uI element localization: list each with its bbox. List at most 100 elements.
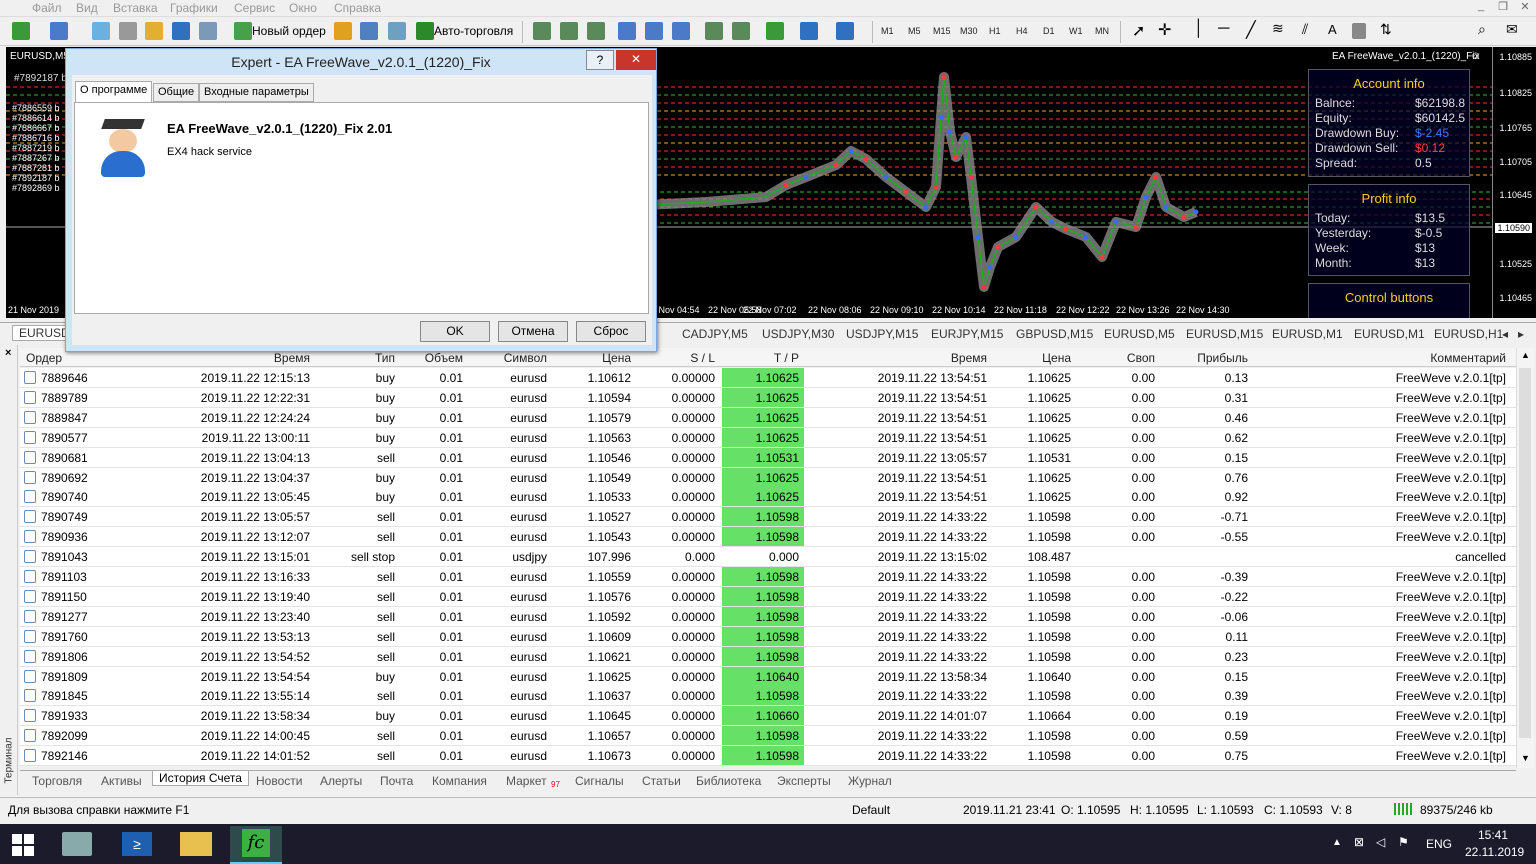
clock-time[interactable]: 15:41 — [1478, 828, 1508, 842]
column-header[interactable]: Тип — [375, 351, 395, 365]
menu-window[interactable]: Окно — [289, 1, 317, 15]
terminal-tab[interactable]: Сигналы — [575, 774, 624, 788]
table-row[interactable]: 7891845 2019.11.22 13:55:14 sell 0.01 eurusd… — [20, 686, 1516, 707]
chart-tab[interactable]: EURUSD,M1 — [1354, 327, 1425, 341]
server-manager-icon[interactable] — [62, 832, 92, 856]
cursor-icon[interactable]: ➚ — [1132, 21, 1145, 41]
dialog-close-button[interactable]: ✕ — [616, 50, 656, 70]
chart-tab[interactable]: USDJPY,M30 — [762, 327, 834, 341]
tray-volume-icon[interactable]: ◁ — [1376, 835, 1385, 849]
line-chart-icon[interactable] — [587, 22, 605, 40]
tf-m1[interactable]: M1 — [881, 26, 894, 36]
arrows-tool-icon[interactable]: ⇅ — [1380, 21, 1392, 38]
terminal-tab[interactable]: История Счета — [152, 771, 249, 786]
chart-tab[interactable]: EURJPY,M15 — [931, 327, 1003, 341]
column-header[interactable]: Комментарий — [1430, 351, 1506, 365]
column-header[interactable]: Время — [951, 351, 987, 365]
table-row[interactable]: 7890749 2019.11.22 13:05:57 sell 0.01 eurusd… — [20, 507, 1516, 528]
auto-trading-button[interactable]: Авто-торговля — [434, 24, 513, 38]
close-icon[interactable]: ✕ — [1514, 0, 1536, 17]
new-order-button[interactable]: Новый ордер — [252, 24, 326, 38]
terminal-icon[interactable] — [172, 22, 190, 40]
chart-tab[interactable]: USDJPY,M15 — [846, 327, 918, 341]
tf-h4[interactable]: H4 — [1016, 26, 1028, 36]
zoom-in-icon[interactable] — [618, 22, 636, 40]
table-row[interactable]: 7890577 2019.11.22 13:00:11 buy 0.01 eurusd 1… — [20, 427, 1516, 448]
table-row[interactable]: 7890692 2019.11.22 13:04:37 buy 0.01 eurusd 1… — [20, 467, 1516, 488]
scroll-down-icon[interactable]: ▼ — [1521, 753, 1530, 763]
column-header[interactable]: Время — [274, 351, 310, 365]
tf-mn[interactable]: MN — [1095, 26, 1109, 36]
metatrader-task[interactable]: fc — [230, 826, 282, 864]
table-scrollbar[interactable]: ▲ ▼ — [1516, 348, 1534, 768]
help-button[interactable]: ? — [586, 50, 614, 70]
chart-tab[interactable]: EURUSD,H1 — [1434, 327, 1503, 341]
column-header[interactable]: Прибыль — [1197, 351, 1248, 365]
minimize-icon[interactable]: _ — [1470, 0, 1492, 17]
tf-w1[interactable]: W1 — [1069, 26, 1083, 36]
menu-tools[interactable]: Сервис — [234, 1, 275, 15]
table-row[interactable]: 7891277 2019.11.22 13:23:40 sell 0.01 eurusd… — [20, 606, 1516, 627]
label-tool-icon[interactable] — [1352, 23, 1366, 39]
menu-charts[interactable]: Графики — [170, 1, 218, 15]
indicators-icon[interactable] — [766, 22, 784, 40]
community-icon[interactable] — [388, 22, 406, 40]
terminal-tab[interactable]: Алерты — [320, 774, 362, 788]
table-row[interactable]: 7891150 2019.11.22 13:19:40 sell 0.01 eurusd… — [20, 586, 1516, 607]
terminal-tab[interactable]: Статьи — [642, 774, 681, 788]
tray-up-icon[interactable]: ▲ — [1332, 837, 1342, 848]
table-row[interactable]: 7891043 2019.11.22 13:15:01 sell stop 0.01 u… — [20, 547, 1516, 568]
terminal-tab[interactable]: Почта — [380, 774, 413, 788]
terminal-tab[interactable]: Компания — [432, 774, 487, 788]
tray-flag-icon[interactable]: ⚑ — [1398, 835, 1409, 849]
fibo-icon[interactable]: ≋ — [1272, 20, 1284, 37]
trendline-icon[interactable]: ╱ — [1246, 20, 1256, 40]
table-row[interactable]: 7892099 2019.11.22 14:00:45 sell 0.01 eurusd… — [20, 726, 1516, 747]
menu-help[interactable]: Справка — [334, 1, 381, 15]
table-row[interactable]: 7891760 2019.11.22 13:53:13 sell 0.01 eurusd… — [20, 626, 1516, 647]
scroll-up-icon[interactable]: ▲ — [1521, 350, 1530, 360]
table-row[interactable]: 7892146 2019.11.22 14:01:52 sell 0.01 eurusd… — [20, 746, 1516, 767]
market-watch-icon[interactable] — [92, 22, 110, 40]
table-row[interactable]: 7890681 2019.11.22 13:04:13 sell 0.01 eurusd… — [20, 447, 1516, 468]
chart-tab[interactable]: EURUSD,M5 — [1104, 327, 1175, 341]
chart-tab[interactable]: EURUSD,M1 — [1272, 327, 1343, 341]
tabs-next-icon[interactable]: ▸ — [1518, 327, 1524, 341]
terminal-tab[interactable]: Библиотека — [696, 774, 761, 788]
chart-shift-icon[interactable] — [732, 22, 750, 40]
tabs-prev-icon[interactable]: ◂ — [1502, 327, 1508, 341]
data-window-icon[interactable] — [145, 22, 163, 40]
powershell-icon[interactable]: ≥ — [122, 832, 152, 856]
column-header[interactable]: Ордер — [26, 351, 62, 365]
table-row[interactable]: 7889789 2019.11.22 12:22:31 buy 0.01 eurusd 1… — [20, 387, 1516, 408]
windows-start-icon[interactable] — [12, 834, 34, 856]
new-order-icon[interactable] — [234, 22, 252, 40]
channel-icon[interactable]: ⫽ — [1302, 21, 1308, 38]
reset-button[interactable]: Сброс — [576, 321, 646, 342]
chart-tab[interactable]: CADJPY,M5 — [682, 327, 748, 341]
horizontal-line-icon[interactable]: ─ — [1218, 20, 1229, 38]
search-icon[interactable]: ⌕ — [1478, 21, 1486, 38]
terminal-tab[interactable]: Активы — [101, 774, 142, 788]
chat-icon[interactable]: ✉ — [1506, 21, 1518, 38]
auto-trading-icon[interactable] — [416, 22, 434, 40]
tf-m30[interactable]: M30 — [960, 26, 978, 36]
ok-button[interactable]: OK — [420, 321, 490, 342]
cancel-button[interactable]: Отмена — [498, 321, 568, 342]
tab-inputs[interactable]: Входные параметры — [199, 83, 314, 102]
table-row[interactable]: 7890740 2019.11.22 13:05:45 buy 0.01 eurusd 1… — [20, 487, 1516, 508]
tester-icon[interactable] — [199, 22, 217, 40]
terminal-tab[interactable]: Торговля — [32, 774, 82, 788]
autoscroll-icon[interactable] — [705, 22, 723, 40]
profiles-icon[interactable] — [50, 22, 68, 40]
chart-tab[interactable]: EURUSD,M15 — [1186, 327, 1263, 341]
table-row[interactable]: 7890936 2019.11.22 13:12:07 sell 0.01 eurusd… — [20, 527, 1516, 548]
bar-chart-icon[interactable] — [533, 22, 551, 40]
column-header[interactable]: Цена — [602, 351, 631, 365]
table-row[interactable]: 7889847 2019.11.22 12:24:24 buy 0.01 eurusd 1… — [20, 407, 1516, 428]
table-row[interactable]: 7891103 2019.11.22 13:16:33 sell 0.01 eurusd… — [20, 567, 1516, 587]
column-header[interactable]: Символ — [504, 351, 547, 365]
language-indicator[interactable]: ENG — [1426, 837, 1452, 851]
table-row[interactable]: 7891809 2019.11.22 13:54:54 buy 0.01 eurusd 1… — [20, 666, 1516, 687]
tab-common[interactable]: Общие — [153, 83, 200, 102]
